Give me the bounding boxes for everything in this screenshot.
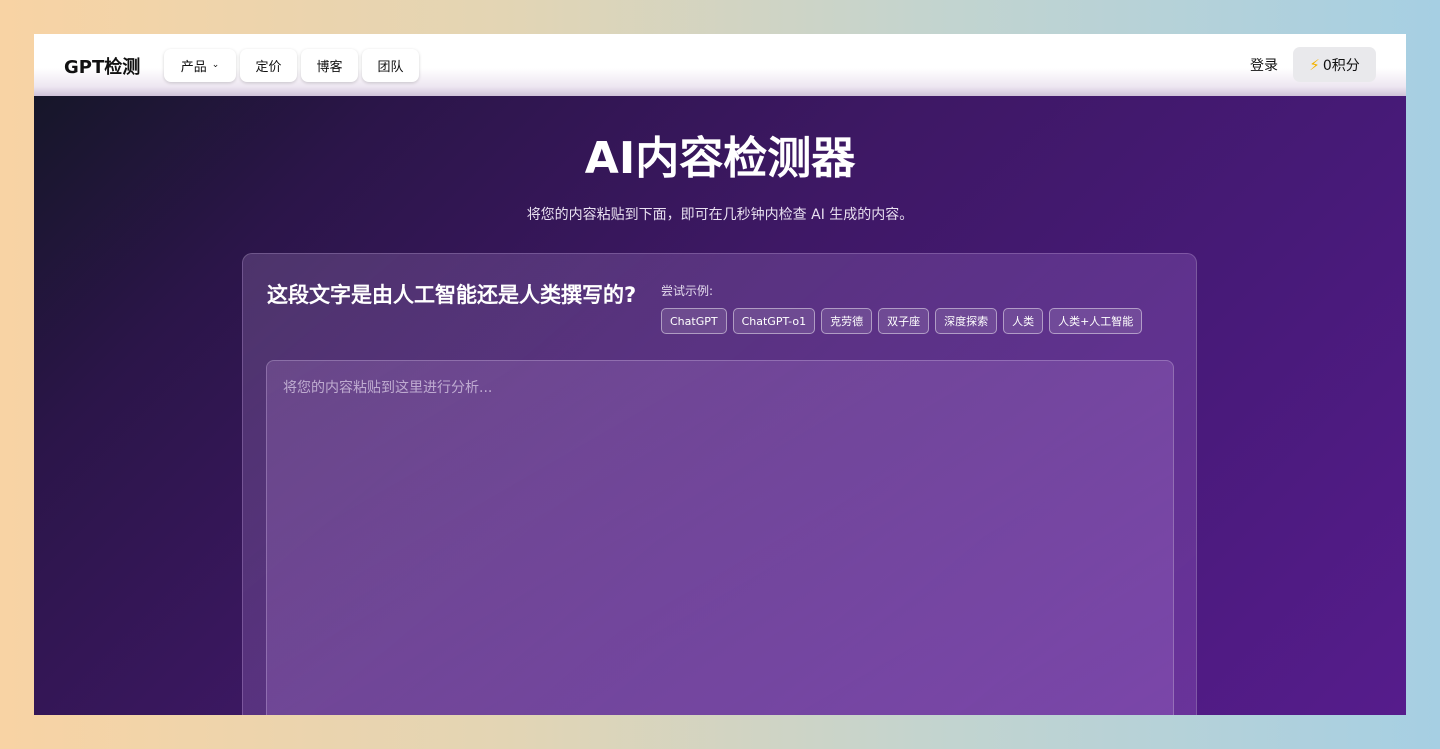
points-button[interactable]: ⚡︎ 0积分 bbox=[1293, 47, 1376, 82]
nav-pricing-label: 定价 bbox=[255, 60, 282, 75]
nav-product-dropdown[interactable]: 产品 ⌄ bbox=[164, 49, 236, 82]
login-link[interactable]: 登录 bbox=[1250, 55, 1278, 75]
top-nav-bar: GPT检测 产品 ⌄ 定价 博客 团队 登录 ⚡︎ 0积分 bbox=[34, 34, 1406, 96]
page-subtitle: 将您的内容粘贴到下面，即可在几秒钟内检查 AI 生成的内容。 bbox=[526, 207, 914, 223]
detector-card: 这段文字是由人工智能还是人类撰写的? 尝试示例: ChatGPT ChatGPT… bbox=[242, 253, 1197, 715]
lightning-icon: ⚡︎ bbox=[1309, 55, 1320, 74]
page-title: AI内容检测器 bbox=[584, 133, 856, 184]
nav-blog[interactable]: 博客 bbox=[301, 49, 358, 82]
nav-product-label: 产品 bbox=[180, 60, 207, 75]
app-frame: GPT检测 产品 ⌄ 定价 博客 团队 登录 ⚡︎ 0积分 AI内容检测器 将您… bbox=[34, 34, 1406, 715]
chevron-down-icon: ⌄ bbox=[211, 59, 220, 70]
example-chip-chatgpt-o1[interactable]: ChatGPT-o1 bbox=[732, 308, 816, 334]
nav-pricing[interactable]: 定价 bbox=[240, 49, 297, 82]
example-chip-human-ai[interactable]: 人类+人工智能 bbox=[1049, 308, 1143, 334]
example-chip-human[interactable]: 人类 bbox=[1003, 308, 1044, 334]
example-chip-deepseek[interactable]: 深度探索 bbox=[935, 308, 998, 334]
example-chip-gemini[interactable]: 双子座 bbox=[878, 308, 930, 334]
example-chip-chatgpt[interactable]: ChatGPT bbox=[661, 308, 727, 334]
example-chips: ChatGPT ChatGPT-o1 克劳德 双子座 深度探索 人类 人类+人工… bbox=[661, 308, 1143, 334]
example-chip-claude[interactable]: 克劳德 bbox=[821, 308, 873, 334]
nav-blog-label: 博客 bbox=[316, 60, 343, 75]
hero-section: AI内容检测器 将您的内容粘贴到下面，即可在几秒钟内检查 AI 生成的内容。 这… bbox=[34, 96, 1406, 715]
content-input[interactable] bbox=[266, 360, 1174, 715]
points-label: 0积分 bbox=[1322, 57, 1360, 74]
nav-team[interactable]: 团队 bbox=[362, 49, 419, 82]
nav-team-label: 团队 bbox=[377, 60, 404, 75]
try-examples-label: 尝试示例: bbox=[661, 284, 714, 298]
logo[interactable]: GPT检测 bbox=[64, 53, 140, 79]
detector-question: 这段文字是由人工智能还是人类撰写的? bbox=[267, 283, 637, 307]
